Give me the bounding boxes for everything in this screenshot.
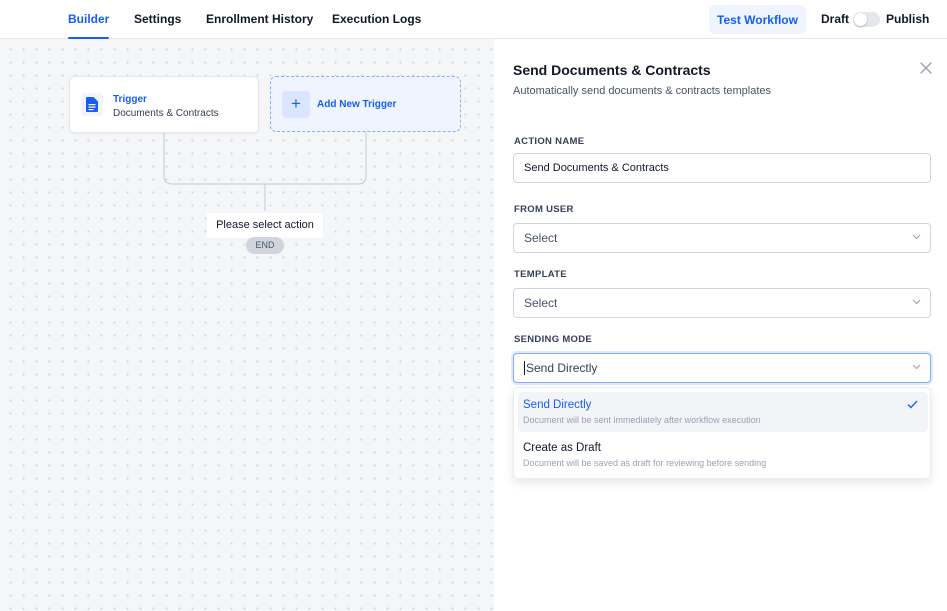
- document-icon: [81, 93, 103, 116]
- close-icon[interactable]: [919, 61, 935, 77]
- trigger-subtitle: Documents & Contracts: [113, 108, 219, 119]
- chevron-down-icon: [912, 299, 921, 305]
- from-user-label: FROM USER: [514, 204, 574, 215]
- add-trigger-label: Add New Trigger: [317, 99, 397, 110]
- tab-enrollment-history[interactable]: Enrollment History: [206, 0, 313, 39]
- action-name-input[interactable]: Send Documents & Contracts: [513, 153, 931, 183]
- trigger-title: Trigger: [113, 94, 147, 105]
- top-nav-bar: Builder Settings Enrollment History Exec…: [0, 0, 947, 39]
- panel-subtitle: Automatically send documents & contracts…: [513, 85, 772, 97]
- chevron-down-icon: [912, 234, 921, 240]
- option-send-directly[interactable]: Send Directly Document will be sent imme…: [518, 392, 928, 432]
- sending-mode-value: Send Directly: [526, 361, 598, 375]
- action-name-label: ACTION NAME: [514, 136, 585, 147]
- workflow-canvas[interactable]: Trigger Documents & Contracts + Add New …: [0, 39, 494, 611]
- end-node: END: [246, 237, 284, 254]
- from-user-placeholder: Select: [524, 231, 558, 245]
- toggle-knob: [854, 13, 867, 26]
- from-user-select[interactable]: Select: [513, 223, 931, 253]
- sending-mode-label: SENDING MODE: [514, 334, 593, 345]
- panel-title: Send Documents & Contracts: [513, 62, 711, 78]
- publish-label: Publish: [886, 12, 930, 26]
- tab-builder[interactable]: Builder: [68, 0, 110, 39]
- add-new-trigger-button[interactable]: + Add New Trigger: [270, 76, 461, 132]
- action-settings-panel: Send Documents & Contracts Automatically…: [494, 39, 947, 611]
- publish-toggle[interactable]: [853, 12, 880, 27]
- option-description: Document will be saved as draft for revi…: [523, 458, 767, 468]
- chevron-down-icon: [912, 364, 921, 370]
- sending-mode-dropdown: Send Directly Document will be sent imme…: [513, 387, 931, 479]
- option-title: Send Directly: [523, 399, 592, 411]
- select-action-node[interactable]: Please select action: [207, 213, 323, 238]
- option-title: Create as Draft: [523, 442, 601, 454]
- tab-settings[interactable]: Settings: [134, 0, 181, 39]
- template-placeholder: Select: [524, 296, 558, 310]
- text-caret: [524, 361, 525, 375]
- test-workflow-button[interactable]: Test Workflow: [709, 5, 806, 34]
- trigger-card[interactable]: Trigger Documents & Contracts: [69, 76, 259, 133]
- template-label: TEMPLATE: [514, 269, 567, 280]
- sending-mode-select[interactable]: Send Directly: [513, 353, 931, 383]
- plus-icon: +: [282, 91, 310, 118]
- option-create-as-draft[interactable]: Create as Draft Document will be saved a…: [518, 435, 928, 475]
- draft-label: Draft: [821, 12, 850, 26]
- check-icon: [907, 400, 918, 409]
- tab-execution-logs[interactable]: Execution Logs: [332, 0, 421, 39]
- template-select[interactable]: Select: [513, 288, 931, 318]
- option-description: Document will be sent immediately after …: [523, 415, 761, 425]
